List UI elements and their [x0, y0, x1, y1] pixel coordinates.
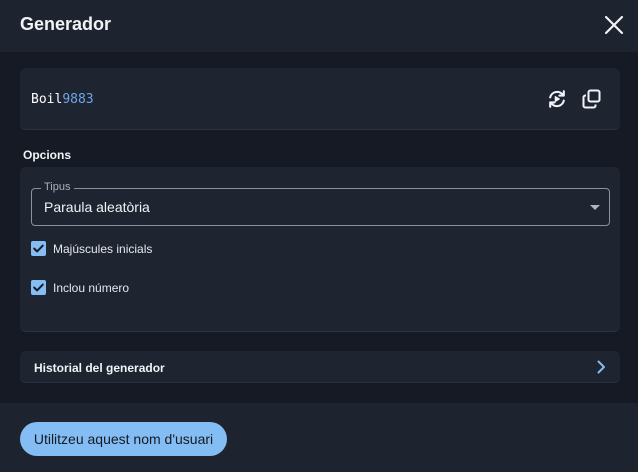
copy-button[interactable]: [580, 87, 604, 111]
regenerate-button[interactable]: [545, 87, 569, 111]
copy-icon: [582, 89, 601, 109]
capitalize-label: Majúscules inicials: [53, 242, 153, 256]
checkmark-icon: [33, 244, 44, 253]
type-select-value: Paraula aleatòria: [44, 199, 150, 215]
options-heading: Opcions: [23, 148, 72, 162]
type-select-label: Tipus: [41, 181, 74, 193]
include-number-checkbox[interactable]: [31, 280, 46, 295]
close-button[interactable]: [602, 13, 626, 37]
dialog-footer: Utilitzeu aquest nom d'usuari: [0, 403, 638, 472]
capitalize-checkbox[interactable]: [31, 241, 46, 256]
caret-down-icon: [590, 205, 600, 210]
use-username-button[interactable]: Utilitzeu aquest nom d'usuari: [20, 422, 227, 456]
dialog-title: Generador: [20, 14, 112, 34]
username-word: Boil: [31, 92, 63, 107]
include-number-label: Inclou número: [53, 281, 130, 295]
dialog-header: Generador: [0, 0, 638, 52]
chevron-right-icon: [597, 360, 605, 374]
username-digits: 9883: [62, 92, 94, 107]
generated-value-card: Boil9883: [20, 68, 620, 130]
checkmark-icon: [33, 283, 44, 292]
generator-history-link[interactable]: Historial del generador: [20, 351, 620, 383]
generated-username: Boil9883: [31, 92, 94, 107]
close-icon: [604, 15, 624, 35]
type-select[interactable]: Tipus Paraula aleatòria: [31, 181, 610, 226]
history-label: Historial del generador: [34, 361, 165, 375]
options-card: Tipus Paraula aleatòria Majúscules inici…: [20, 167, 620, 332]
regenerate-icon: [549, 90, 565, 108]
